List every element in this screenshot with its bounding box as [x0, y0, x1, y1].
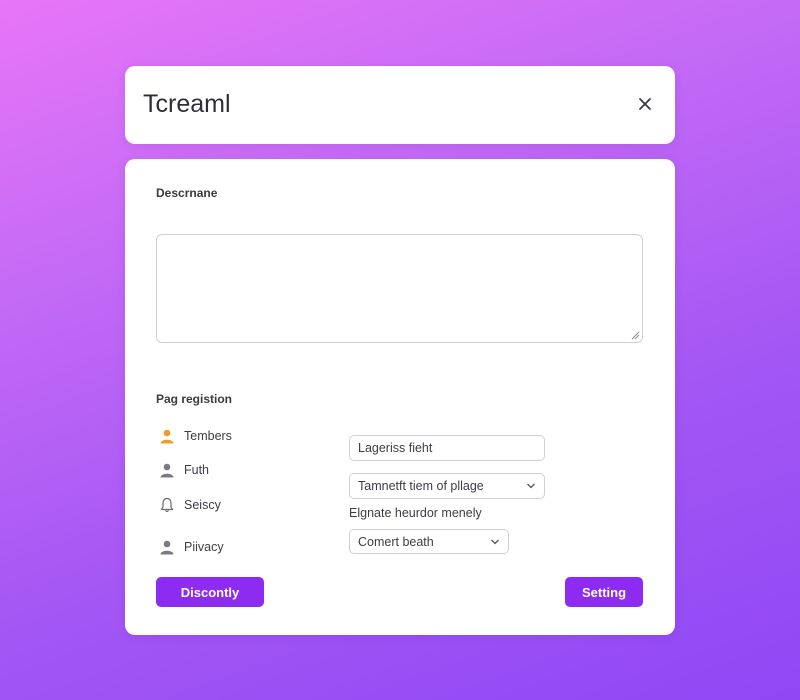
text-input-value: Lageriss fieht — [358, 441, 433, 455]
dialog-title: Tcreaml — [143, 90, 231, 118]
person-icon — [160, 540, 174, 555]
sidebar-item-seiscy[interactable]: Seiscy — [159, 495, 221, 515]
sidebar-item-label: Piivacy — [184, 540, 224, 554]
sidebar-item-label: Tembers — [184, 429, 232, 443]
dialog-header: Tcreaml — [125, 66, 675, 144]
registration-label: Pag registion — [156, 392, 233, 406]
close-button[interactable] — [635, 94, 655, 114]
bell-icon — [160, 497, 174, 513]
resize-grip-icon[interactable] — [630, 330, 640, 340]
select-1-value: Tamnetft tiem of pllage — [358, 479, 484, 493]
person-icon — [160, 463, 174, 478]
chevron-down-icon — [527, 483, 535, 489]
sidebar-item-label: Futh — [184, 463, 210, 477]
person-icon — [160, 429, 174, 444]
description-textarea[interactable] — [156, 234, 643, 343]
chevron-down-icon — [491, 539, 499, 545]
discontly-button[interactable]: Discontly — [156, 577, 264, 607]
select-dropdown-2[interactable]: Comert beath — [349, 529, 509, 554]
sidebar-item-futh[interactable]: Futh — [159, 460, 209, 480]
setting-button[interactable]: Setting — [565, 577, 643, 607]
text-input[interactable]: Lageriss fieht — [349, 435, 545, 461]
description-label: Descrnane — [156, 186, 218, 200]
sidebar-item-piivacy[interactable]: Piivacy — [159, 537, 224, 557]
form-card: Descrnane Pag registion Tembers Futh Sei… — [125, 159, 675, 635]
select-dropdown-1[interactable]: Tamnetft tiem of pllage — [349, 473, 545, 499]
sidebar-item-label: Seiscy — [184, 498, 221, 512]
select-2-value: Comert beath — [358, 534, 434, 549]
close-icon — [639, 98, 651, 110]
helper-text: Elgnate heurdor menely — [349, 506, 482, 520]
sidebar-item-tembers[interactable]: Tembers — [159, 426, 232, 446]
